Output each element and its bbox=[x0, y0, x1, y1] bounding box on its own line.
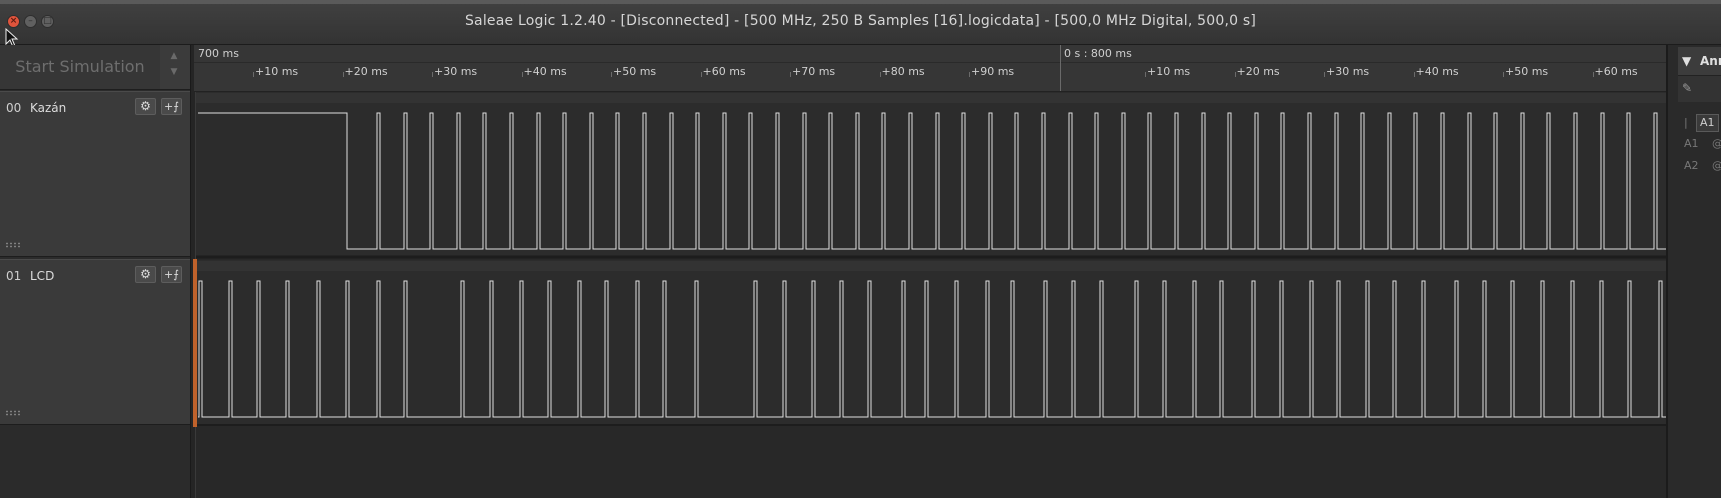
pin-icon[interactable]: ✎ bbox=[1682, 81, 1692, 95]
annotation-toolbar: ✎ bbox=[1678, 76, 1721, 102]
analyzers-header[interactable]: ▼ Ann bbox=[1678, 47, 1721, 76]
analyzers-panel: ▼ Ann ✎ | A1 A1 @ A2 @ bbox=[1666, 45, 1721, 498]
annotation-bar-glyph: | bbox=[1684, 116, 1688, 129]
channel-01-top-bar bbox=[196, 261, 1666, 271]
waveform-area-channel-01 bbox=[196, 260, 1666, 424]
annotation-a2-label[interactable]: A2 bbox=[1684, 159, 1699, 172]
triangle-down-icon: ▼ bbox=[1682, 54, 1692, 68]
channel-00-top-bar bbox=[196, 93, 1666, 103]
start-marker[interactable] bbox=[193, 259, 197, 427]
annotation-a1-label[interactable]: A1 bbox=[1684, 137, 1699, 150]
annotation-a1-value: @ bbox=[1712, 137, 1721, 150]
waveform-area-channel-00 bbox=[196, 92, 1666, 256]
waveform-canvas[interactable] bbox=[0, 0, 1721, 498]
annotation-a2-value: @ bbox=[1712, 159, 1721, 172]
analyzers-title: Ann bbox=[1700, 54, 1721, 68]
annotation-a1-button[interactable]: A1 bbox=[1696, 114, 1719, 132]
waveform-empty-area bbox=[196, 426, 1666, 498]
